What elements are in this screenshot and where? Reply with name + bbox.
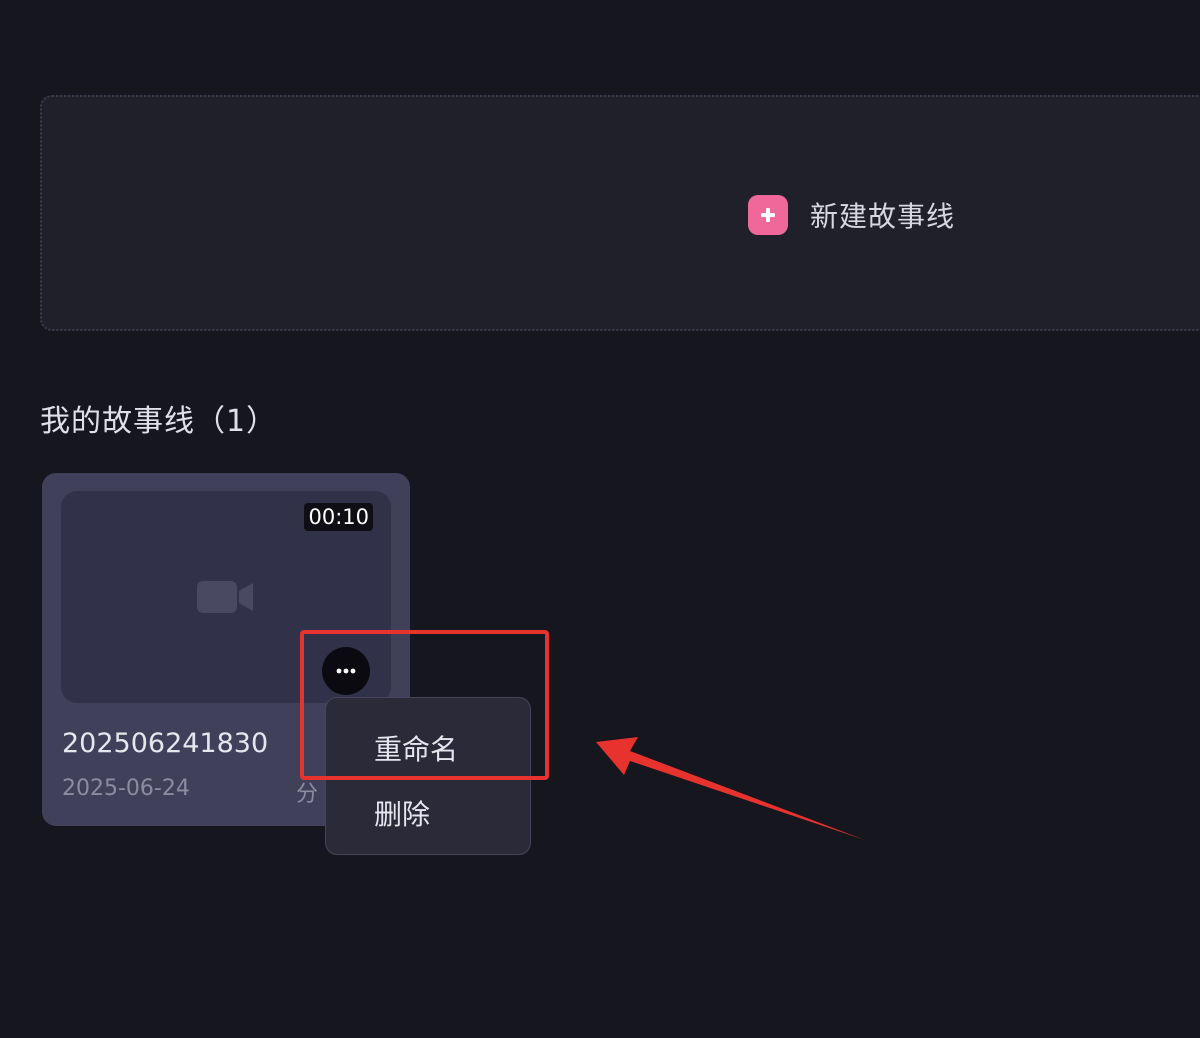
video-camera-icon [197, 581, 253, 613]
storyline-name: 202506241830 [62, 728, 269, 759]
new-storyline-label: 新建故事线 [810, 200, 956, 233]
storyline-meta: 分 [296, 782, 319, 807]
annotation-arrow-icon [596, 737, 865, 840]
duration-badge: 00:10 [304, 503, 373, 531]
more-options-button[interactable] [322, 647, 370, 695]
page: 新建故事线 我的故事线（1） 00:10 202506241830 2025-0… [0, 0, 1200, 1038]
new-storyline-panel[interactable] [40, 95, 1200, 331]
context-menu: 重命名 删除 [325, 697, 531, 855]
storyline-date: 2025-06-24 [62, 776, 190, 801]
more-dots-icon [336, 668, 356, 674]
new-storyline-button[interactable]: 新建故事线 [748, 194, 955, 236]
rename-menu-item[interactable]: 重命名 [374, 728, 458, 768]
my-storylines-heading: 我的故事线（1） [40, 404, 278, 439]
plus-icon [748, 195, 788, 235]
delete-menu-item[interactable]: 删除 [374, 793, 430, 833]
